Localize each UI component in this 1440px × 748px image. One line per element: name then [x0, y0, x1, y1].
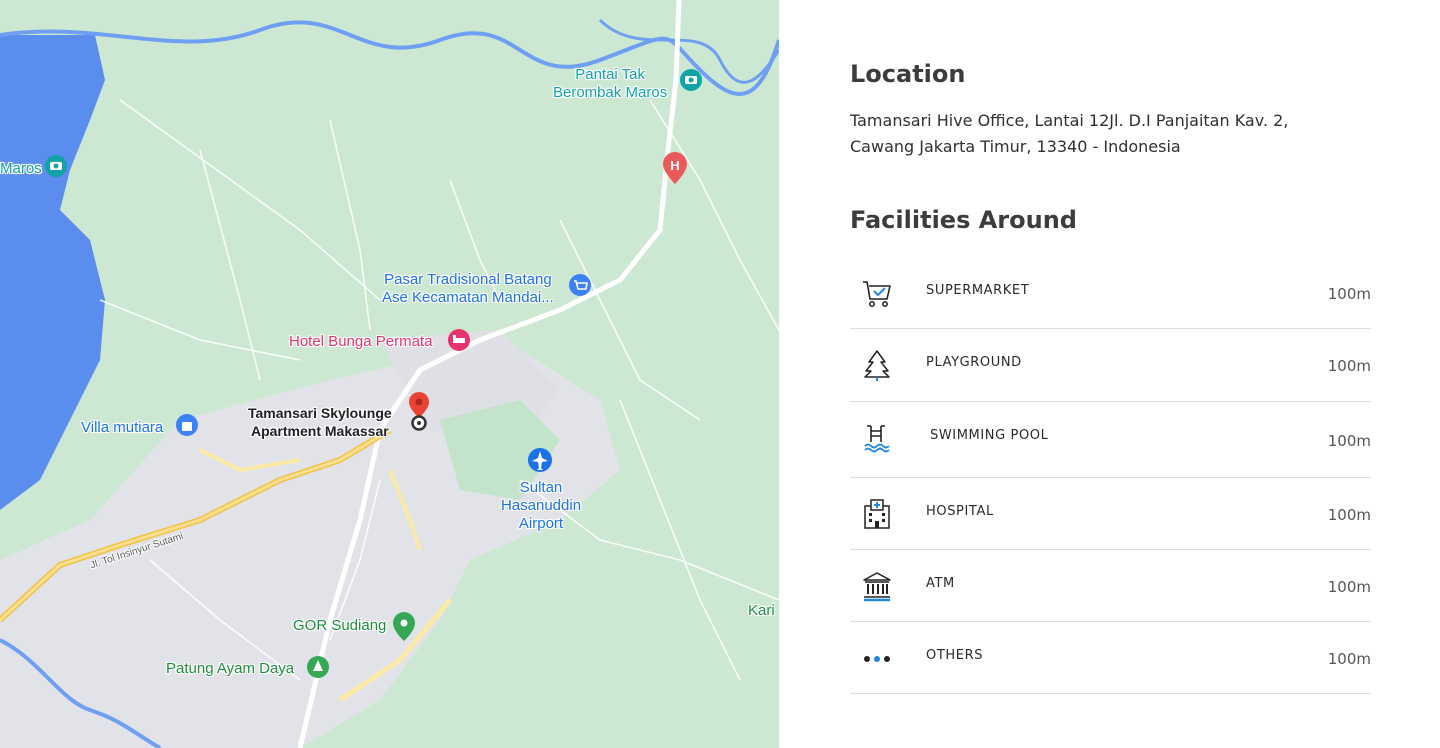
facility-name: HOSPITAL: [926, 504, 994, 519]
facility-name: SWIMMING POOL: [930, 428, 1049, 443]
poi-label-maros[interactable]: Maros: [0, 160, 42, 178]
poi-label-pasar[interactable]: Pasar Tradisional Batang Ase Kecamatan M…: [382, 271, 554, 307]
poi-label-villa[interactable]: Villa mutiara: [81, 419, 163, 437]
info-panel: Location Tamansari Hive Office, Lantai 1…: [779, 0, 1440, 748]
map-canvas[interactable]: H: [0, 0, 779, 748]
facility-distance: 100m: [1327, 357, 1371, 375]
map[interactable]: H Pantai Tak Berombak Maros Maros Pasar …: [0, 0, 779, 748]
cart-icon: [863, 281, 891, 307]
facility-name: OTHERS: [926, 648, 984, 663]
shopping-pin-icon[interactable]: [569, 274, 591, 296]
location-address: Tamansari Hive Office, Lantai 12Jl. D.I …: [850, 111, 1289, 156]
facility-distance: 100m: [1327, 506, 1371, 524]
facility-distance: 100m: [1327, 578, 1371, 596]
camera-pin-icon[interactable]: [680, 69, 702, 91]
facility-row-supermarket: SUPERMARKET 100m: [850, 257, 1371, 329]
facility-name: PLAYGROUND: [926, 355, 1022, 370]
facility-distance: 100m: [1327, 650, 1371, 668]
facility-distance: 100m: [1327, 285, 1371, 303]
camera-pin-icon[interactable]: [45, 155, 67, 177]
hotel-pin-icon[interactable]: [448, 329, 470, 351]
facility-row-atm: ATM 100m: [850, 550, 1371, 622]
poi-label-airport[interactable]: Sultan Hasanuddin Airport: [497, 479, 585, 533]
poi-label-tamansari[interactable]: Tamansari Skylounge Apartment Makassar: [248, 404, 392, 440]
shopping-bag-pin-icon[interactable]: [176, 414, 198, 436]
poi-label-gor[interactable]: GOR Sudiang: [293, 617, 386, 635]
facility-distance: 100m: [1327, 432, 1371, 450]
facilities-title: Facilities Around: [850, 206, 1077, 234]
pool-icon: [864, 425, 890, 453]
hospital-icon: [864, 499, 890, 529]
poi-label-hotel[interactable]: Hotel Bunga Permata: [289, 333, 432, 351]
facility-row-hospital: HOSPITAL 100m: [850, 478, 1371, 550]
facility-name: ATM: [926, 576, 955, 591]
facility-row-others: OTHERS 100m: [850, 622, 1371, 694]
tree-icon: [864, 350, 890, 381]
bank-icon: [863, 572, 891, 602]
facilities-list: SUPERMARKET 100m PLAYGROUND 100m SWIMMIN…: [850, 257, 1371, 694]
dots-icon: [864, 656, 890, 662]
monument-pin-icon[interactable]: [307, 656, 329, 678]
poi-label-pantai[interactable]: Pantai Tak Berombak Maros: [553, 66, 667, 102]
poi-label-patung[interactable]: Patung Ayam Daya: [166, 660, 294, 678]
facility-row-playground: PLAYGROUND 100m: [850, 329, 1371, 402]
facility-row-swimming-pool: SWIMMING POOL 100m: [850, 402, 1371, 478]
svg-text:H: H: [670, 158, 679, 173]
location-title: Location: [850, 60, 966, 88]
facility-name: SUPERMARKET: [926, 283, 1030, 298]
airport-pin-icon[interactable]: [528, 448, 552, 472]
poi-label-kari[interactable]: Kari: [748, 602, 775, 620]
